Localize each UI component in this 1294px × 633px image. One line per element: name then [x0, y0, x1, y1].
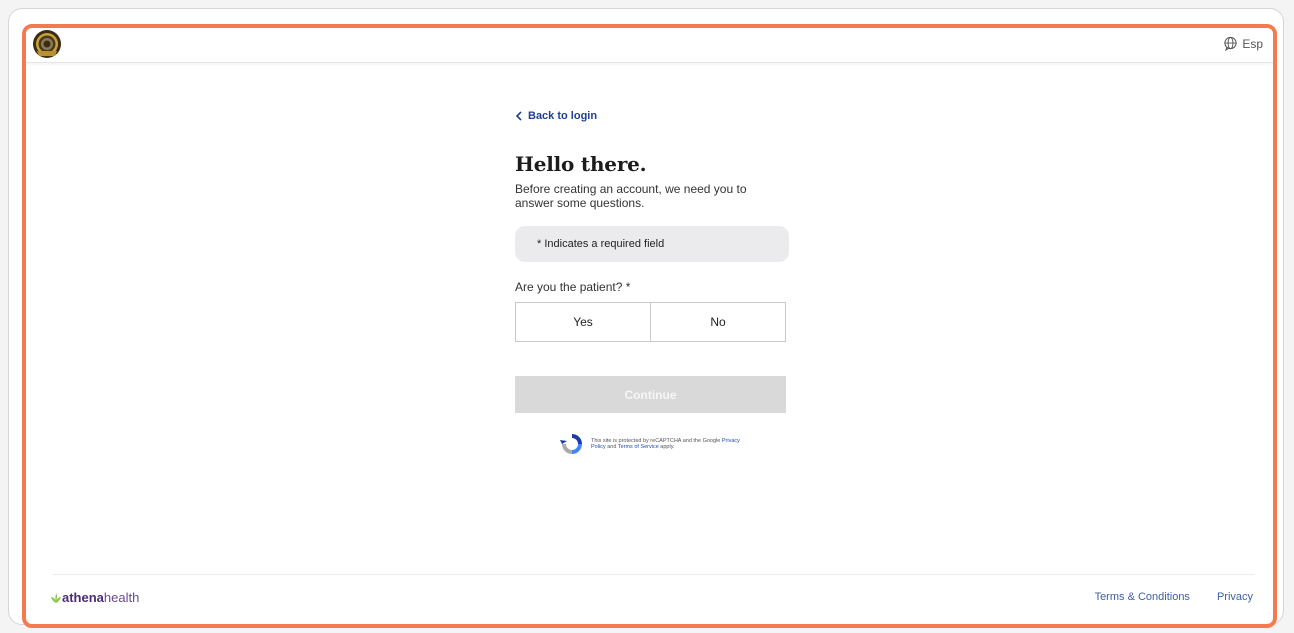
terms-conditions-link[interactable]: Terms & Conditions: [1095, 591, 1190, 603]
continue-button[interactable]: Continue: [515, 376, 786, 413]
required-field-note: * Indicates a required field: [515, 226, 789, 262]
patient-toggle-group: Yes No: [515, 302, 786, 342]
recaptcha-text-and: and: [605, 444, 618, 450]
recaptcha-text: This site is protected by reCAPTCHA and …: [591, 438, 741, 451]
leaf-icon: [51, 592, 61, 603]
athenahealth-logo: athena health: [50, 590, 139, 605]
footer-links: Terms & Conditions Privacy: [1095, 591, 1253, 603]
privacy-link[interactable]: Privacy: [1217, 591, 1253, 603]
top-bar: Esp: [26, 28, 1273, 63]
recaptcha-text-after: apply.: [658, 444, 675, 450]
page-title: Hello there.: [515, 152, 647, 176]
page-subtitle: Before creating an account, we need you …: [515, 182, 747, 210]
brand-name-athena: athena: [62, 590, 104, 605]
language-label: Esp: [1242, 36, 1263, 51]
yes-option-button[interactable]: Yes: [515, 302, 651, 342]
no-option-button[interactable]: No: [651, 302, 786, 342]
terms-of-service-link[interactable]: Terms of Service: [618, 444, 659, 450]
patient-question-label: Are you the patient? *: [515, 280, 631, 294]
recaptcha-text-before: This site is protected by reCAPTCHA and …: [591, 437, 722, 444]
back-to-login-link[interactable]: Back to login: [515, 108, 789, 124]
back-to-login-label: Back to login: [528, 110, 598, 122]
page-viewport: Esp Back to login Hello there. Before cr…: [22, 24, 1277, 628]
footer-divider: [52, 574, 1255, 575]
chevron-left-icon: [515, 111, 522, 121]
seal-logo-icon[interactable]: [32, 29, 62, 59]
recaptcha-notice: This site is protected by reCAPTCHA and …: [559, 431, 789, 457]
language-toggle[interactable]: Esp: [1223, 36, 1263, 51]
recaptcha-icon: [560, 434, 582, 454]
brand-name-health: health: [103, 590, 140, 605]
signup-form: Back to login Hello there. Before creati…: [515, 108, 789, 457]
globe-chat-icon: [1224, 36, 1237, 51]
